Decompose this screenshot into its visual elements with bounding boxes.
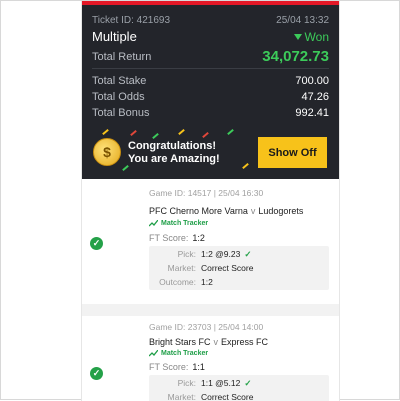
- pick-value: 1:2 @9.23: [201, 249, 241, 259]
- ft-score-label: FT Score:: [149, 362, 189, 372]
- game-info: Game ID: 23703 | 25/04 14:00: [149, 322, 264, 332]
- summary-divider: [92, 68, 329, 69]
- check-circle-icon: ✓: [90, 367, 103, 380]
- ft-score: FT Score: 1:1: [149, 362, 205, 372]
- total-return-label: Total Return: [92, 50, 152, 63]
- chart-line-icon: [149, 350, 158, 357]
- market-label: Market:: [167, 263, 196, 273]
- match-teams: Bright Stars FC v Express FC: [149, 337, 268, 347]
- list-item: ✓ Game ID: 23703 | 25/04 14:00 Bright St…: [82, 316, 339, 401]
- pick-row: Pick: 1:2 @9.23 ✓: [149, 249, 329, 260]
- bet-detail-panel: Ticket ID: 421693 25/04 13:32 Multiple W…: [81, 1, 340, 401]
- triangle-down-icon: [293, 33, 302, 40]
- pick-row: Pick: 1:1 @5.12 ✓: [149, 378, 329, 389]
- confetti-piece: [227, 129, 234, 136]
- home-team: PFC Cherno More Varna: [149, 206, 248, 216]
- total-return-row: Total Return 34,072.73: [92, 48, 329, 65]
- congrats-line-2: You are Amazing!: [128, 153, 220, 165]
- total-bonus-value: 992.41: [295, 107, 329, 119]
- total-return-value: 34,072.73: [262, 48, 329, 65]
- list-separator: [82, 304, 339, 316]
- list-item: ✓ Game ID: 14517 | 25/04 16:30 PFC Chern…: [82, 179, 339, 304]
- ft-score: FT Score: 1:2: [149, 233, 205, 243]
- congrats-banner: $ Congratulations! You are Amazing! Show…: [82, 129, 339, 175]
- pick-details: Pick: 1:1 @5.12 ✓ Market: Correct Score: [149, 375, 329, 401]
- home-team: Bright Stars FC: [149, 337, 211, 347]
- ticket-date: 25/04 13:32: [276, 15, 329, 26]
- congrats-text: Congratulations! You are Amazing!: [128, 140, 220, 166]
- game-info: Game ID: 14517 | 25/04 16:30: [149, 188, 264, 198]
- pick-value: 1:1 @5.12: [201, 378, 241, 388]
- games-list: ✓ Game ID: 14517 | 25/04 16:30 PFC Chern…: [82, 179, 339, 401]
- checkmark-icon: ✓: [244, 249, 252, 259]
- total-stake-value: 700.00: [295, 75, 329, 87]
- chart-line-icon: [149, 220, 158, 227]
- ticket-type-row: Multiple Won: [92, 29, 329, 44]
- status-badge: Won: [293, 29, 329, 44]
- ft-score-label: FT Score:: [149, 233, 189, 243]
- total-odds-label: Total Odds: [92, 91, 145, 103]
- pick-label: Pick:: [177, 249, 196, 259]
- ticket-meta-row: Ticket ID: 421693 25/04 13:32: [92, 15, 329, 26]
- outcome-label: Outcome:: [159, 277, 196, 287]
- ft-score-value: 1:2: [192, 233, 205, 243]
- match-tracker-link[interactable]: Match Tracker: [149, 220, 208, 227]
- total-stake-label: Total Stake: [92, 75, 147, 87]
- vs-separator: v: [250, 206, 256, 216]
- congrats-line-1: Congratulations!: [128, 140, 216, 152]
- total-bonus-row: Total Bonus 992.41: [92, 107, 329, 119]
- check-circle-icon: ✓: [90, 237, 103, 250]
- confetti-piece: [178, 129, 185, 136]
- confetti-piece: [102, 129, 109, 136]
- confetti-piece: [242, 162, 249, 170]
- coin-icon: $: [93, 138, 121, 166]
- outcome-row: Outcome: 1:2: [149, 277, 329, 287]
- total-bonus-label: Total Bonus: [92, 107, 150, 119]
- match-tracker-label: Match Tracker: [161, 350, 209, 357]
- pick-details: Pick: 1:2 @9.23 ✓ Market: Correct Score …: [149, 246, 329, 290]
- vs-separator: v: [213, 337, 219, 347]
- ticket-id: Ticket ID: 421693: [92, 15, 171, 26]
- bet-type: Multiple: [92, 29, 137, 44]
- outcome-value: 1:2: [201, 277, 213, 287]
- confetti-piece: [152, 132, 159, 140]
- show-off-button[interactable]: Show Off: [258, 137, 327, 168]
- market-row: Market: Correct Score: [149, 263, 329, 273]
- checkmark-icon: ✓: [244, 378, 252, 388]
- away-team: Ludogorets: [258, 206, 304, 216]
- screenshot-frame: Ticket ID: 421693 25/04 13:32 Multiple W…: [0, 0, 400, 401]
- status-text: Won: [304, 29, 329, 44]
- market-value: Correct Score: [201, 263, 254, 273]
- total-odds-row: Total Odds 47.26: [92, 91, 329, 103]
- confetti-piece: [130, 129, 137, 137]
- pick-label: Pick:: [177, 378, 196, 388]
- match-tracker-label: Match Tracker: [161, 220, 209, 227]
- total-odds-value: 47.26: [301, 91, 329, 103]
- match-teams: PFC Cherno More Varna v Ludogorets: [149, 206, 303, 216]
- confetti-piece: [202, 131, 209, 139]
- ft-score-value: 1:1: [192, 362, 205, 372]
- match-tracker-link[interactable]: Match Tracker: [149, 350, 208, 357]
- away-team: Express FC: [221, 337, 269, 347]
- total-stake-row: Total Stake 700.00: [92, 75, 329, 87]
